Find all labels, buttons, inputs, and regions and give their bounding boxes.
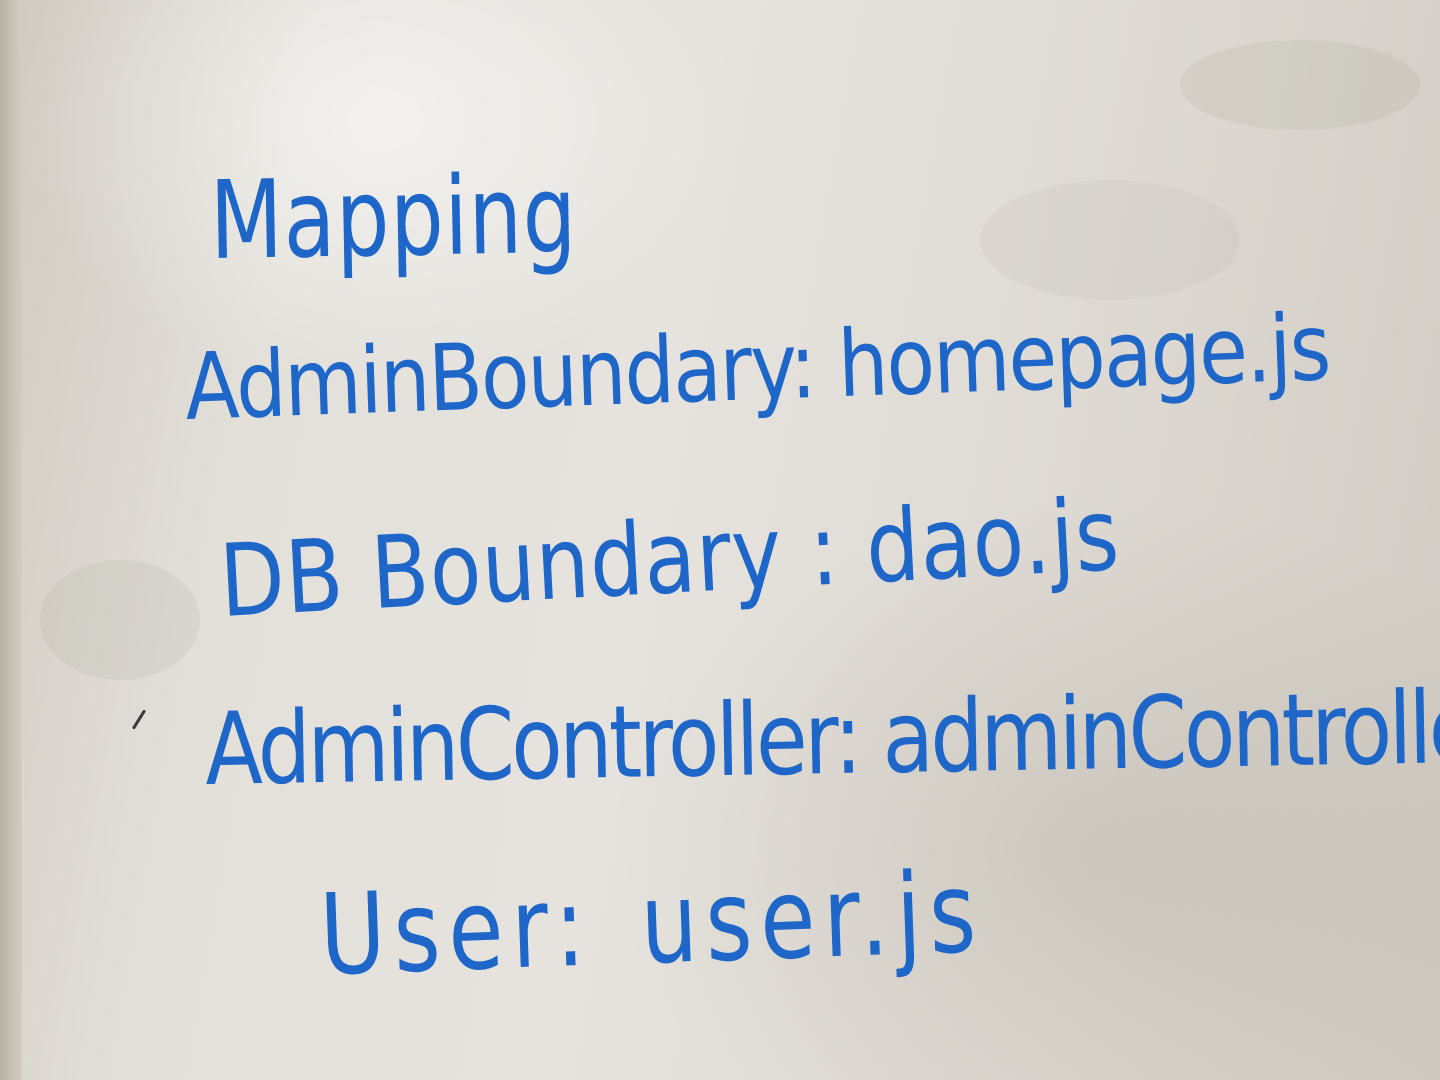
mapping-separator: :: [787, 312, 817, 420]
mapping-name: AdminBoundary: [183, 312, 792, 441]
mapping-separator: :: [806, 490, 842, 610]
stray-mark: [131, 709, 147, 730]
mapping-separator: :: [552, 861, 595, 993]
whiteboard-frame: [0, 0, 22, 1080]
smudge: [40, 560, 200, 680]
mapping-name: AdminController: [203, 680, 835, 808]
smudge: [1180, 40, 1420, 130]
mapping-name: DB Boundary: [216, 493, 786, 640]
mapping-name: User: [317, 862, 557, 1001]
mapping-file: dao.js: [863, 475, 1123, 607]
mapping-file: user.js: [638, 847, 986, 990]
mapping-row-admin-boundary: AdminBoundary: homepage.js: [183, 294, 1331, 441]
mapping-row-admin-controller: AdminController: adminController.js: [204, 667, 1440, 808]
mapping-row-user: User: user.js: [318, 848, 986, 1001]
mapping-separator: :: [832, 679, 860, 798]
mapping-file: adminController.js: [881, 666, 1440, 797]
title: Mapping: [208, 152, 579, 284]
mapping-file: homepage.js: [836, 294, 1331, 419]
whiteboard: Mapping AdminBoundary: homepage.js DB Bo…: [0, 0, 1440, 1080]
mapping-row-db-boundary: DB Boundary : dao.js: [217, 476, 1122, 640]
smudge: [980, 180, 1240, 300]
